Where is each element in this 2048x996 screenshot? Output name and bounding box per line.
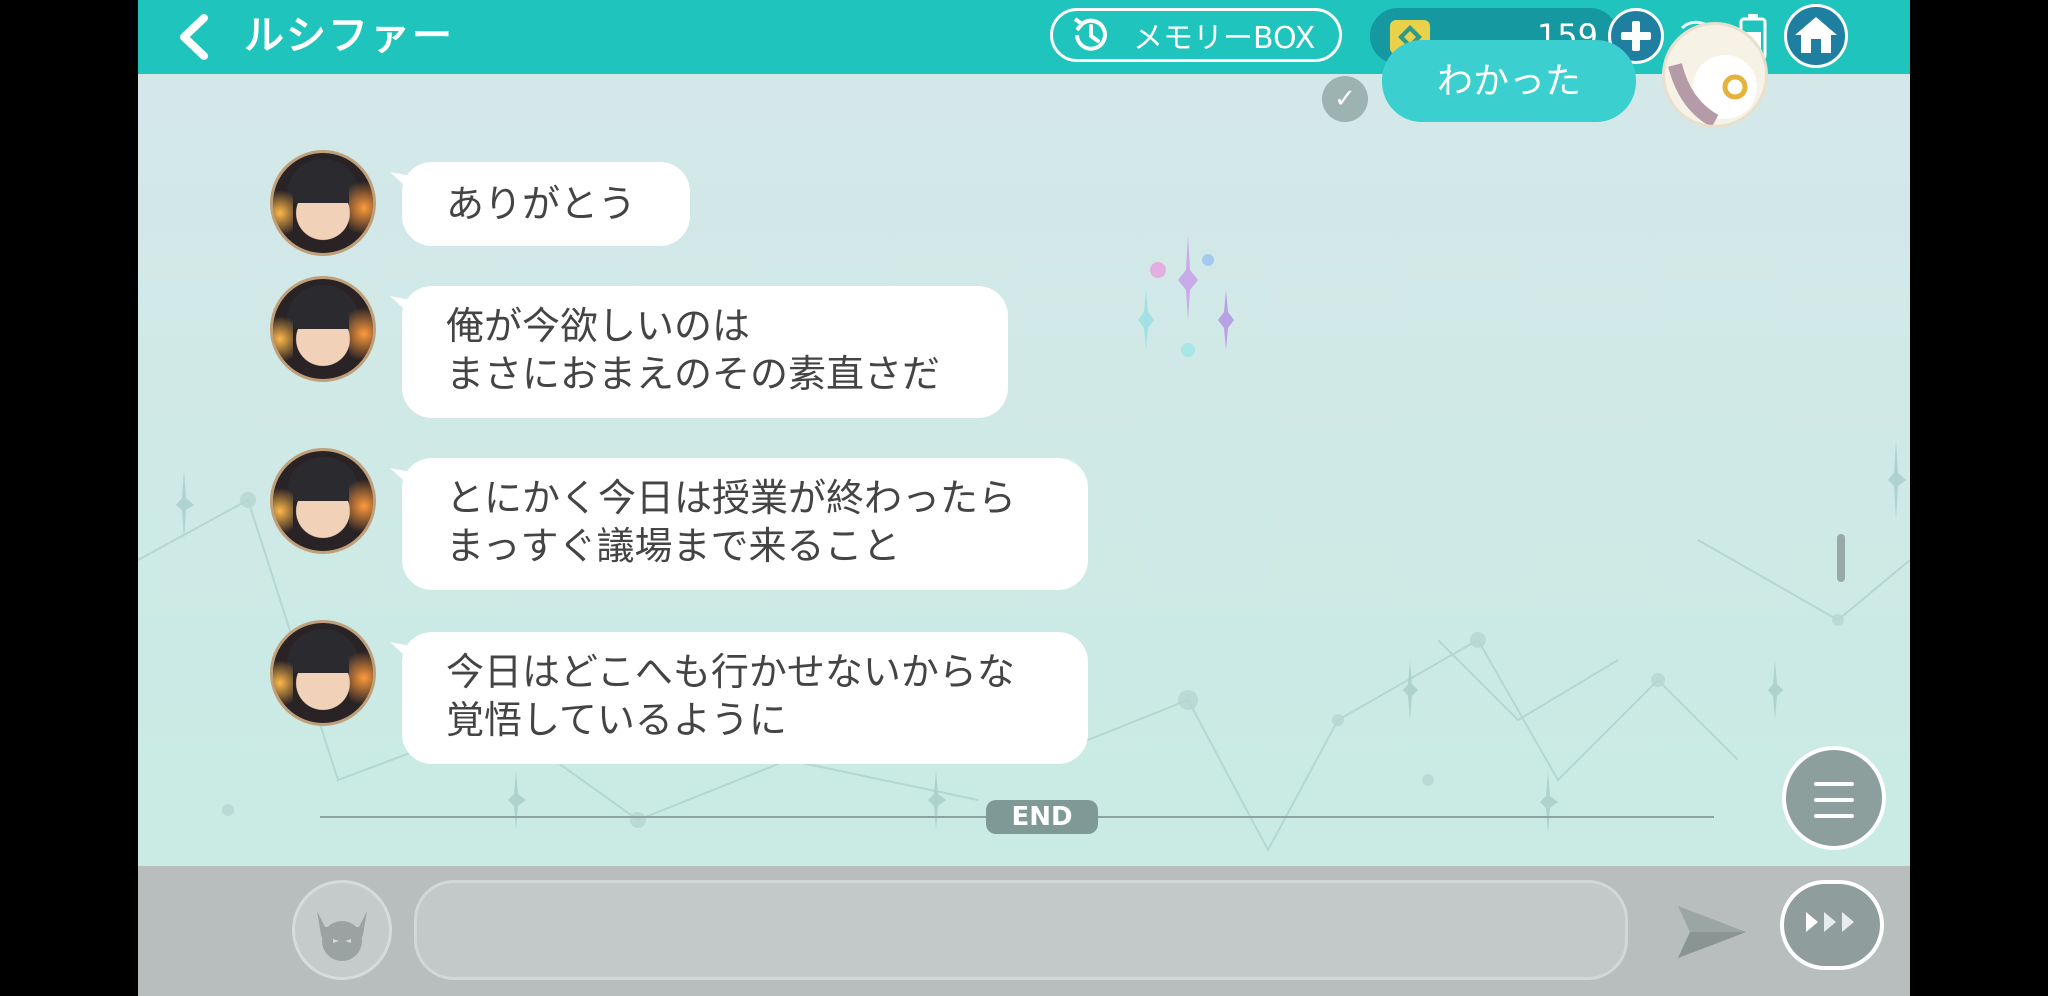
avatar[interactable]: [270, 620, 376, 726]
scrollbar[interactable]: [1837, 534, 1845, 582]
chat-screen: ルシファー メモリーBOX 159 ✓ わかった ありがとう 俺が今欲しいのは …: [138, 0, 1910, 996]
devil-icon: [317, 911, 367, 961]
my-message-text: わかった: [1436, 61, 1581, 102]
memory-box-label: メモリーBOX: [1133, 21, 1316, 56]
send-icon[interactable]: [1676, 902, 1748, 962]
my-avatar[interactable]: [1662, 22, 1768, 128]
my-message-bubble: わかった: [1382, 40, 1636, 122]
avatar[interactable]: [270, 150, 376, 256]
menu-button[interactable]: [1782, 746, 1886, 850]
message-bubble: 今日はどこへも行かせないからな 覚悟しているように: [402, 632, 1088, 764]
memory-box-button[interactable]: メモリーBOX: [1050, 8, 1342, 62]
history-clock-icon: [1073, 17, 1107, 51]
menu-line: [1814, 798, 1854, 802]
message-bubble: とにかく今日は授業が終わったら まっすぐ議場まで来ること: [402, 458, 1088, 590]
page-title: ルシファー: [244, 13, 454, 59]
menu-line: [1814, 814, 1854, 818]
header-bar: ルシファー メモリーBOX 159: [138, 0, 1910, 74]
fast-forward-icon: [1806, 912, 1854, 932]
message-bubble: 俺が今欲しいのは まさにおまえのその素直さだ: [402, 286, 1008, 418]
message-input[interactable]: [414, 880, 1628, 980]
read-check-icon: ✓: [1322, 76, 1368, 122]
avatar[interactable]: [270, 276, 376, 382]
avatar[interactable]: [270, 448, 376, 554]
home-icon: [1795, 17, 1837, 53]
hamburger-menu-icon: [1814, 782, 1854, 786]
chevron-left-icon[interactable]: [174, 14, 214, 60]
sticker-button[interactable]: [292, 880, 392, 980]
auto-play-button[interactable]: [1780, 880, 1884, 970]
message-bubble: ありがとう: [402, 162, 690, 246]
end-badge: END: [986, 800, 1098, 834]
home-button[interactable]: [1784, 4, 1848, 68]
sparkle-icon: [1138, 235, 1234, 357]
input-bar: [138, 866, 1910, 996]
